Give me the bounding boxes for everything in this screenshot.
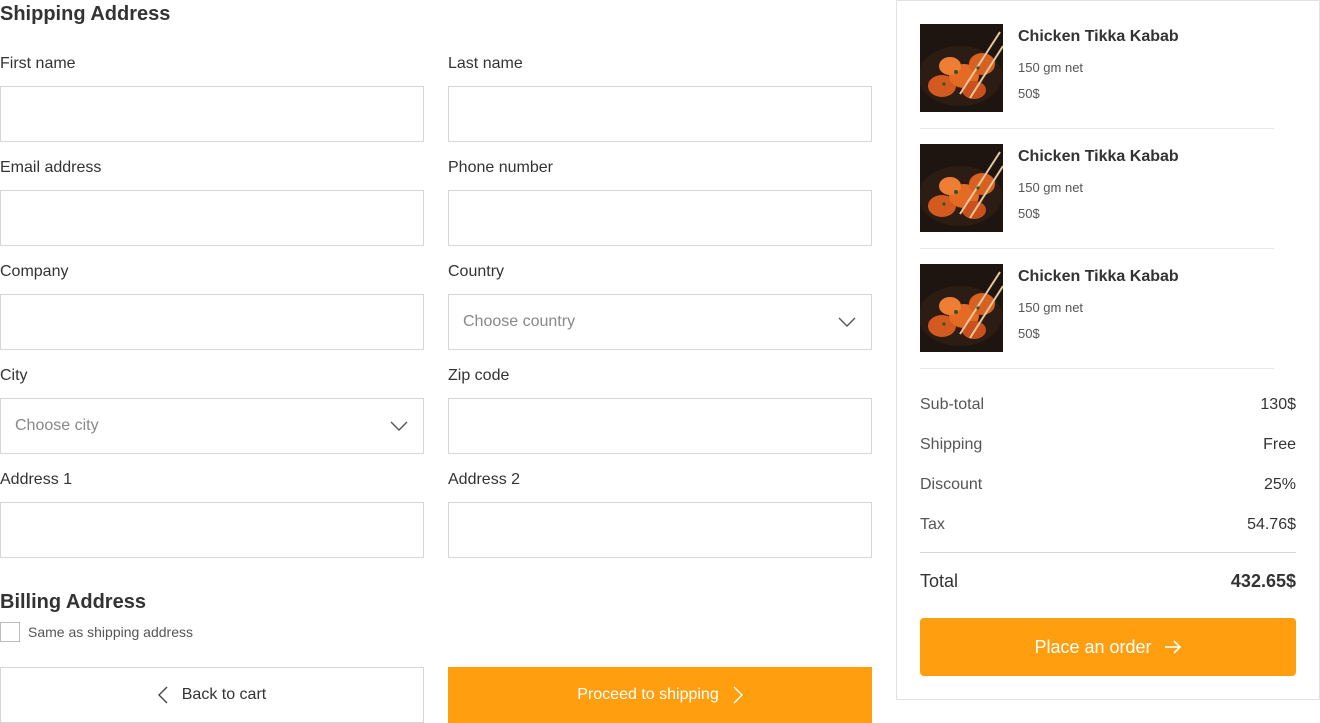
tax-value: 54.76$ <box>1247 516 1296 533</box>
subtotal-label: Sub-total <box>920 396 985 413</box>
item-divider <box>920 368 1274 369</box>
place-order-label: Place an order <box>1034 636 1152 657</box>
chevron-down-icon <box>389 416 409 436</box>
zip-group: Zip code <box>448 366 872 454</box>
phone-input[interactable] <box>448 190 872 246</box>
tax-row: Tax 54.76$ <box>920 516 1296 534</box>
country-label: Country <box>448 263 505 280</box>
address2-group: Address 2 <box>448 470 872 558</box>
zip-input[interactable] <box>448 398 872 454</box>
shipping-value: Free <box>1263 436 1296 453</box>
country-select[interactable]: Choose country <box>448 294 872 350</box>
first-name-input[interactable] <box>0 86 424 142</box>
discount-value: 25% <box>1263 476 1296 493</box>
item-weight: 150 gm net <box>1018 300 1084 315</box>
discount-label: Discount <box>920 476 983 493</box>
address1-input[interactable] <box>0 502 424 558</box>
chevron-left-icon <box>157 686 168 704</box>
address1-label: Address 1 <box>0 471 73 488</box>
item-name: Chicken Tikka Kabab <box>1018 28 1179 45</box>
email-group: Email address <box>0 158 424 246</box>
item-divider <box>920 128 1274 129</box>
cart-item: Chicken Tikka Kabab 150 gm net 50$ <box>920 264 1274 368</box>
item-divider <box>920 248 1274 249</box>
company-group: Company <box>0 262 424 350</box>
cart-item: Chicken Tikka Kabab 150 gm net 50$ <box>920 24 1274 128</box>
first-name-group: First name <box>0 54 424 142</box>
checkout-form: Shipping Address First name Last name Em… <box>0 0 872 723</box>
address2-label: Address 2 <box>448 471 521 488</box>
proceed-to-shipping-button[interactable]: Proceed to shipping <box>448 667 872 723</box>
order-summary-panel: Chicken Tikka Kabab 150 gm net 50$ Chick… <box>896 0 1320 700</box>
item-weight: 150 gm net <box>1018 180 1084 195</box>
city-select-value: Choose city <box>15 417 99 434</box>
email-input[interactable] <box>0 190 424 246</box>
discount-row: Discount 25% <box>920 476 1296 494</box>
arrow-right-icon <box>1164 640 1182 654</box>
shipping-row: Shipping Free <box>920 436 1296 454</box>
company-label: Company <box>0 263 69 280</box>
address1-group: Address 1 <box>0 470 424 558</box>
item-weight: 150 gm net <box>1018 60 1084 75</box>
same-as-shipping-label: Same as shipping address <box>28 624 193 640</box>
chevron-down-icon <box>837 312 857 332</box>
country-select-value: Choose country <box>463 313 576 330</box>
subtotal-row: Sub-total 130$ <box>920 396 1296 414</box>
same-as-shipping-checkbox[interactable]: Same as shipping address <box>0 622 193 642</box>
item-name: Chicken Tikka Kabab <box>1018 148 1179 165</box>
last-name-group: Last name <box>448 54 872 142</box>
summary-divider <box>920 552 1296 553</box>
total-row: Total 432.65$ <box>920 571 1296 592</box>
shipping-label: Shipping <box>920 436 983 453</box>
phone-label: Phone number <box>448 159 553 176</box>
item-name: Chicken Tikka Kabab <box>1018 268 1179 285</box>
food-image <box>920 24 1003 112</box>
last-name-input[interactable] <box>448 86 872 142</box>
proceed-to-shipping-label: Proceed to shipping <box>577 686 719 703</box>
billing-address-title: Billing Address <box>0 591 146 613</box>
address2-input[interactable] <box>448 502 872 558</box>
email-label: Email address <box>0 159 102 176</box>
shipping-address-title: Shipping Address <box>0 3 171 25</box>
food-image <box>920 264 1003 352</box>
city-select[interactable]: Choose city <box>0 398 424 454</box>
total-value: 432.65$ <box>1230 571 1296 591</box>
last-name-label: Last name <box>448 55 523 72</box>
item-price: 50$ <box>1018 326 1040 341</box>
city-label: City <box>0 367 28 384</box>
item-price: 50$ <box>1018 86 1040 101</box>
place-order-button[interactable]: Place an order <box>920 618 1296 676</box>
back-to-cart-label: Back to cart <box>181 686 267 703</box>
country-group: Country Choose country <box>448 262 872 350</box>
company-input[interactable] <box>0 294 424 350</box>
total-label: Total <box>920 571 959 591</box>
zip-label: Zip code <box>448 367 510 384</box>
subtotal-value: 130$ <box>1260 396 1296 413</box>
city-group: City Choose city <box>0 366 424 454</box>
cart-item: Chicken Tikka Kabab 150 gm net 50$ <box>920 144 1274 248</box>
first-name-label: First name <box>0 55 76 72</box>
back-to-cart-button[interactable]: Back to cart <box>0 667 424 723</box>
item-price: 50$ <box>1018 206 1040 221</box>
checkbox-box[interactable] <box>0 622 20 642</box>
food-image <box>920 144 1003 232</box>
phone-group: Phone number <box>448 158 872 246</box>
chevron-right-icon <box>733 686 743 704</box>
tax-label: Tax <box>920 516 945 533</box>
